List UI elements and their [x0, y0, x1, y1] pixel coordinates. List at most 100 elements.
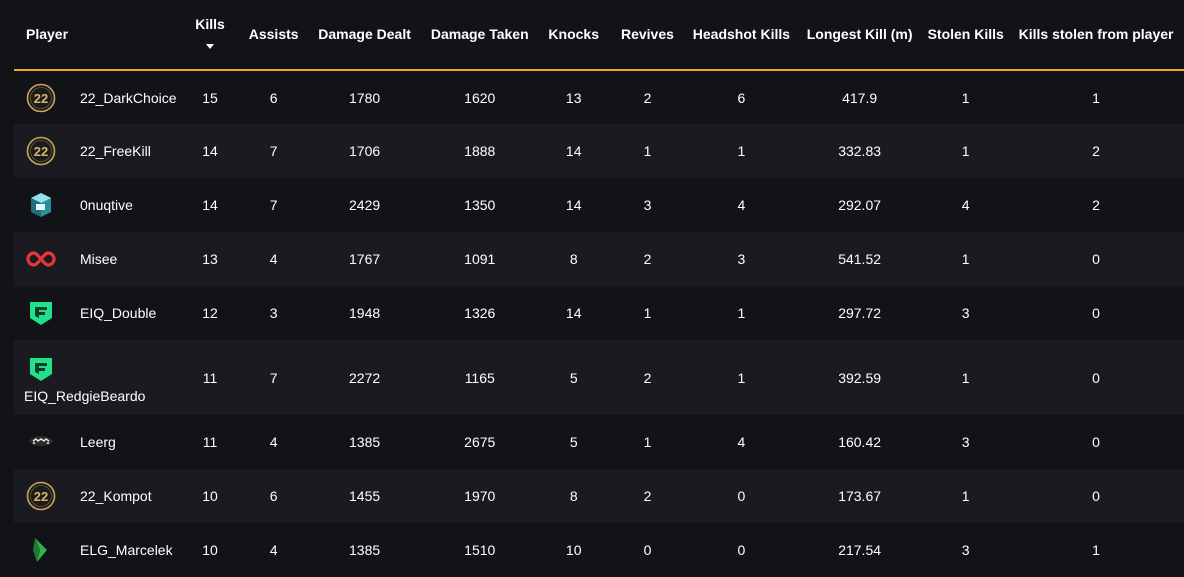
longest-kill-cell: 292.07: [838, 197, 882, 213]
headshot-kills-cell: 1: [737, 143, 746, 159]
header-assists[interactable]: Assists: [238, 0, 310, 71]
kills-cell: 15: [202, 89, 218, 106]
svg-text:22: 22: [34, 489, 48, 504]
player-cell: EIQ_RedgieBeardo: [14, 340, 182, 415]
longest-kill-cell: 332.83: [838, 143, 882, 159]
damage-taken-cell: 1620: [464, 89, 496, 106]
player-cell: Leerg: [14, 415, 182, 469]
table-row[interactable]: 22 22_FreeKill 14 7 1706 1888 14 1 1 332.83 1 2: [14, 124, 1184, 178]
headshot-kills-cell: 0: [737, 542, 746, 558]
assists-cell: 4: [269, 542, 278, 558]
table-row[interactable]: Leerg 11 4 1385 2675 5 1 4 160.42 3 0: [14, 415, 1184, 469]
player-info: EIQ_RedgieBeardo: [24, 352, 178, 404]
player-name[interactable]: ELG_Marcelek: [80, 542, 173, 558]
knocks-cell: 14: [565, 305, 582, 321]
knocks-cell: 5: [569, 369, 578, 386]
player-name[interactable]: 0nuqtive: [80, 197, 133, 213]
kills-stolen-from-player-cell: 1: [1092, 542, 1100, 558]
longest-kill-cell: 541.52: [838, 251, 882, 267]
stats-page: Player Kills Assists Damage Dealt Damage…: [0, 0, 1184, 577]
revives-cell: 2: [643, 488, 652, 504]
table-row[interactable]: 22 22_DarkChoice 15 6 1780 1620 13 2 6 417.9 1 1: [14, 70, 1184, 124]
header-damage-dealt[interactable]: Damage Dealt: [309, 0, 421, 71]
revives-cell: 2: [643, 251, 652, 267]
kills-stolen-from-player-cell: 1: [1092, 89, 1100, 106]
damage-dealt-cell: 1948: [349, 305, 381, 321]
kills-cell: 10: [202, 542, 218, 558]
stolen-kills-cell: 4: [961, 197, 970, 213]
knocks-cell: 14: [565, 143, 582, 159]
assists-cell: 3: [269, 305, 278, 321]
knocks-cell: 10: [565, 542, 582, 558]
longest-kill-cell: 217.54: [838, 542, 882, 558]
player-info: 0nuqtive: [24, 188, 178, 222]
damage-taken-cell: 1510: [464, 542, 496, 558]
headshot-kills-cell: 4: [737, 197, 746, 213]
header-damage-taken[interactable]: Damage Taken: [420, 0, 540, 71]
knocks-cell: 5: [569, 434, 578, 450]
damage-dealt-cell: 1385: [349, 542, 381, 558]
player-cell: 22 22_Kompot: [14, 469, 182, 523]
knocks-cell: 8: [569, 251, 578, 267]
22-team-logo-icon: 22: [24, 479, 58, 513]
header-kills-stolen-from-player[interactable]: Kills stolen from player: [1008, 0, 1184, 71]
kills-stolen-from-player-cell: 0: [1092, 369, 1100, 386]
22-team-logo-icon: 22: [24, 134, 58, 168]
header-knocks[interactable]: Knocks: [539, 0, 609, 71]
player-name[interactable]: 22_FreeKill: [80, 143, 151, 159]
player-name[interactable]: 22_Kompot: [80, 488, 152, 504]
table-header-row: Player Kills Assists Damage Dealt Damage…: [14, 0, 1184, 71]
player-name[interactable]: Misee: [80, 251, 117, 267]
kills-cell: 11: [202, 369, 218, 386]
kills-cell: 13: [202, 251, 218, 267]
damage-dealt-cell: 1706: [349, 143, 381, 159]
damage-taken-cell: 1350: [464, 197, 496, 213]
header-kills[interactable]: Kills: [181, 0, 239, 71]
player-name[interactable]: EIQ_RedgieBeardo: [24, 388, 145, 404]
longest-kill-cell: 160.42: [838, 434, 882, 450]
table-row[interactable]: EIQ_RedgieBeardo 11 7 2272 1165 5 2 1 392.59 1 0: [14, 340, 1184, 415]
player-name[interactable]: Leerg: [80, 434, 116, 450]
knocks-cell: 13: [565, 89, 582, 106]
headshot-kills-cell: 0: [737, 488, 746, 504]
table-row[interactable]: 0nuqtive 14 7 2429 1350 14 3 4 292.07 4 2: [14, 178, 1184, 232]
damage-dealt-cell: 2429: [349, 197, 381, 213]
kills-cell: 14: [202, 143, 218, 159]
cube-team-logo-icon: [24, 188, 58, 222]
22-team-logo-icon: 22: [24, 81, 58, 115]
stolen-kills-cell: 1: [961, 369, 970, 386]
header-revives[interactable]: Revives: [608, 0, 687, 71]
player-cell: Misee: [14, 232, 182, 286]
table-row[interactable]: Misee 13 4 1767 1091 8 2 3 541.52 1 0: [14, 232, 1184, 286]
table-row[interactable]: 22 22_Kompot 10 6 1455 1970 8 2 0 173.67 1 0: [14, 469, 1184, 523]
revives-cell: 0: [643, 542, 652, 558]
headshot-kills-cell: 1: [737, 369, 746, 386]
stolen-kills-cell: 1: [961, 488, 970, 504]
player-name[interactable]: EIQ_Double: [80, 305, 156, 321]
headshot-kills-cell: 3: [737, 251, 746, 267]
stolen-kills-cell: 3: [961, 305, 970, 321]
revives-cell: 1: [643, 305, 652, 321]
kills-stolen-from-player-cell: 0: [1092, 434, 1100, 450]
elg-team-logo-icon: [24, 533, 58, 567]
player-info: 22 22_Kompot: [24, 479, 178, 513]
player-name[interactable]: 22_DarkChoice: [80, 90, 177, 106]
kills-cell: 14: [202, 197, 218, 213]
assists-cell: 7: [269, 369, 278, 386]
header-stolen-kills[interactable]: Stolen Kills: [923, 0, 1009, 71]
damage-dealt-cell: 1385: [349, 434, 381, 450]
infinity-team-logo-icon: [24, 242, 58, 276]
table-row[interactable]: ELG_Marcelek 10 4 1385 1510 10 0 0 217.54 3 1: [14, 523, 1184, 577]
table-row[interactable]: EIQ_Double 12 3 1948 1326 14 1 1 297.72 3 0: [14, 286, 1184, 340]
damage-taken-cell: 2675: [464, 434, 496, 450]
header-player[interactable]: Player: [14, 0, 182, 71]
damage-dealt-cell: 1780: [349, 89, 381, 106]
assists-cell: 4: [269, 434, 278, 450]
longest-kill-cell: 297.72: [838, 305, 882, 321]
mask-team-logo-icon: [24, 425, 58, 459]
knocks-cell: 8: [569, 488, 578, 504]
longest-kill-cell: 417.9: [842, 89, 878, 106]
header-headshot-kills[interactable]: Headshot Kills: [686, 0, 796, 71]
header-longest-kill[interactable]: Longest Kill (m): [795, 0, 924, 71]
stolen-kills-cell: 1: [961, 251, 970, 267]
